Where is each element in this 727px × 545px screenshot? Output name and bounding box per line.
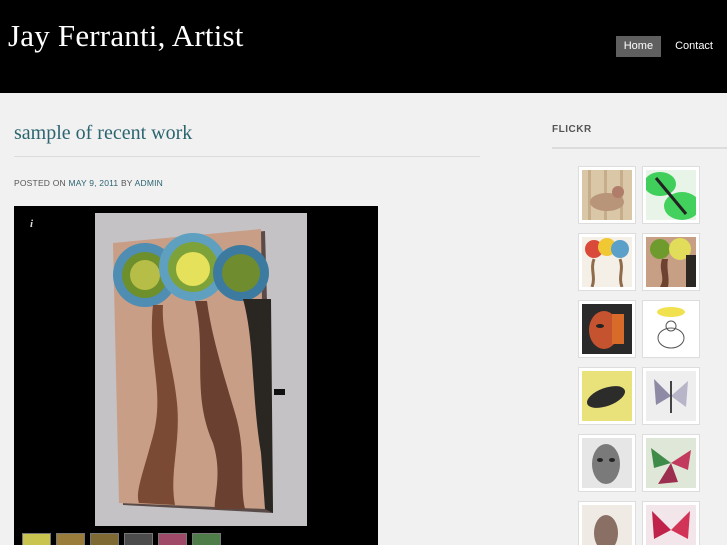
gallery-thumbnail[interactable] bbox=[192, 533, 221, 545]
flickr-photo-face-profile[interactable] bbox=[578, 501, 636, 545]
info-icon[interactable]: i bbox=[30, 218, 33, 230]
flickr-photo-face-mask[interactable] bbox=[578, 434, 636, 492]
nav-home[interactable]: Home bbox=[615, 36, 662, 57]
post-date-link[interactable]: MAY 9, 2011 bbox=[68, 178, 118, 188]
flickr-photo-red-butterfly[interactable] bbox=[642, 501, 700, 545]
site-header: Jay Ferranti, Artist Home Contact bbox=[0, 0, 727, 93]
flickr-photo-sketch-figure[interactable] bbox=[642, 300, 700, 358]
gallery-thumbnail[interactable] bbox=[124, 533, 153, 545]
gallery-thumbnail[interactable] bbox=[158, 533, 187, 545]
flickr-photo-tree-lollipops[interactable] bbox=[578, 233, 636, 291]
flickr-widget-title: FLICKR bbox=[552, 124, 592, 135]
image-gallery: i bbox=[14, 206, 378, 545]
nav-contact[interactable]: Contact bbox=[667, 36, 721, 57]
post-title[interactable]: sample of recent work bbox=[14, 122, 192, 145]
flickr-photo-tree-painting[interactable] bbox=[642, 233, 700, 291]
author-link[interactable]: ADMIN bbox=[135, 178, 163, 188]
flickr-photo-black-fish[interactable] bbox=[578, 367, 636, 425]
post-meta: POSTED ON MAY 9, 2011 BY ADMIN bbox=[14, 178, 163, 188]
thumbnail-strip bbox=[22, 533, 221, 545]
title-divider bbox=[14, 156, 480, 157]
main-gallery-image[interactable] bbox=[95, 213, 307, 526]
by-label: BY bbox=[120, 178, 133, 188]
posted-on-label: POSTED ON bbox=[14, 178, 66, 188]
flickr-photo-face-collage[interactable] bbox=[578, 300, 636, 358]
widget-divider bbox=[552, 147, 727, 149]
flickr-photo-grid bbox=[578, 166, 700, 545]
gallery-thumbnail[interactable] bbox=[56, 533, 85, 545]
main-nav: Home Contact bbox=[615, 36, 721, 57]
site-title[interactable]: Jay Ferranti, Artist bbox=[8, 18, 244, 54]
gallery-thumbnail[interactable] bbox=[22, 533, 51, 545]
flickr-photo-red-green-flower[interactable] bbox=[642, 434, 700, 492]
flickr-photo-butterfly[interactable] bbox=[642, 367, 700, 425]
flickr-photo-bird[interactable] bbox=[578, 166, 636, 224]
flickr-photo-leaf[interactable] bbox=[642, 166, 700, 224]
gallery-thumbnail[interactable] bbox=[90, 533, 119, 545]
